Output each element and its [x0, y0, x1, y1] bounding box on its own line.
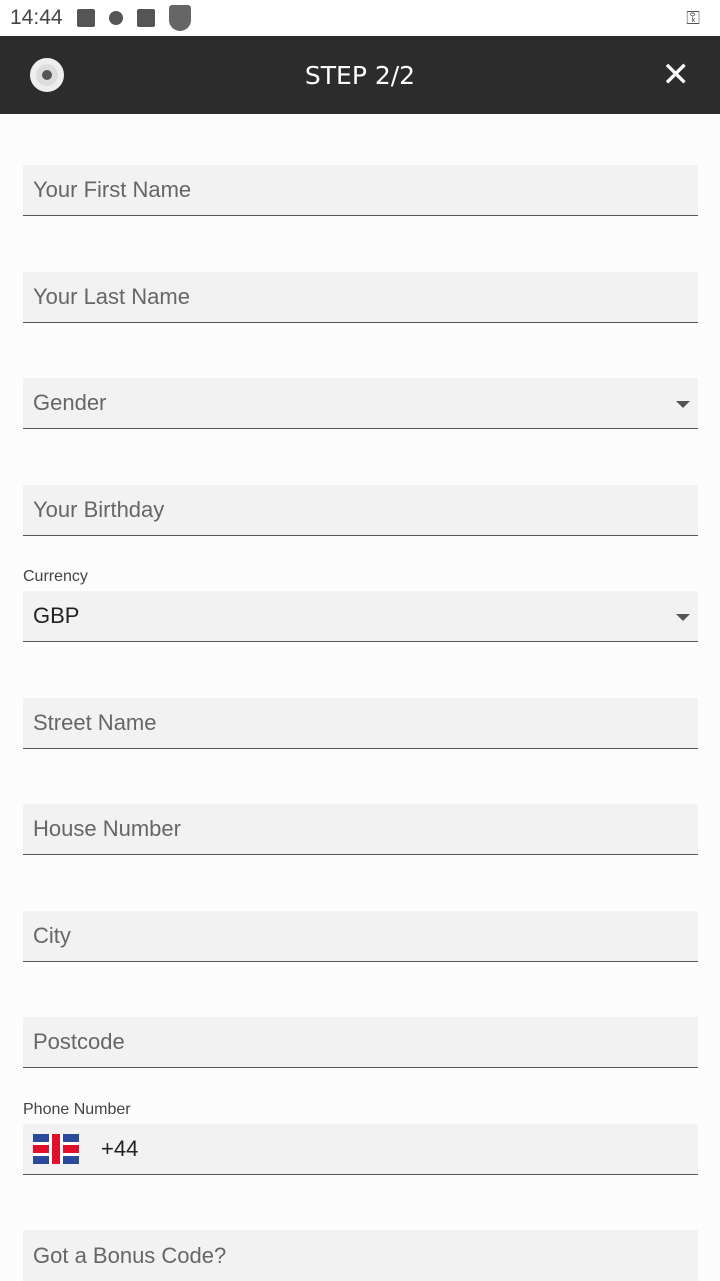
font-icon	[136, 9, 155, 27]
phone-label: Phone Number	[23, 1101, 131, 1118]
phone-prefix: +44	[101, 1136, 139, 1161]
house-number-input[interactable]: House Number	[23, 804, 698, 855]
support-logo-icon[interactable]	[30, 58, 64, 92]
chevron-down-icon	[676, 614, 690, 621]
bonus-code-input[interactable]: Got a Bonus Code?	[23, 1230, 698, 1281]
gallery-icon	[76, 9, 95, 27]
header: STEP 2/2 ✕	[0, 36, 720, 114]
currency-label: Currency	[23, 568, 88, 585]
city-input[interactable]: City	[23, 911, 698, 962]
first-name-input[interactable]: Your First Name	[23, 165, 698, 216]
page-title: STEP 2/2	[304, 60, 416, 90]
status-bar: 14:44 ⚿	[0, 0, 720, 36]
last-name-input[interactable]: Your Last Name	[23, 272, 698, 323]
currency-value: GBP	[33, 603, 80, 628]
currency-select[interactable]: GBP	[23, 591, 698, 642]
postcode-input[interactable]: Postcode	[23, 1017, 698, 1068]
shield-icon	[168, 5, 191, 31]
close-icon[interactable]: ✕	[662, 58, 691, 92]
chevron-down-icon	[676, 401, 690, 408]
status-time: 14:44	[10, 6, 63, 29]
uk-flag-icon[interactable]	[33, 1134, 79, 1164]
birthday-input[interactable]: Your Birthday	[23, 485, 698, 536]
gender-placeholder: Gender	[33, 390, 107, 415]
key-icon: ⚿	[686, 8, 700, 28]
phone-input[interactable]: +44	[23, 1124, 698, 1175]
street-input[interactable]: Street Name	[23, 698, 698, 749]
gender-select[interactable]: Gender	[23, 378, 698, 429]
app-icon	[108, 11, 123, 25]
